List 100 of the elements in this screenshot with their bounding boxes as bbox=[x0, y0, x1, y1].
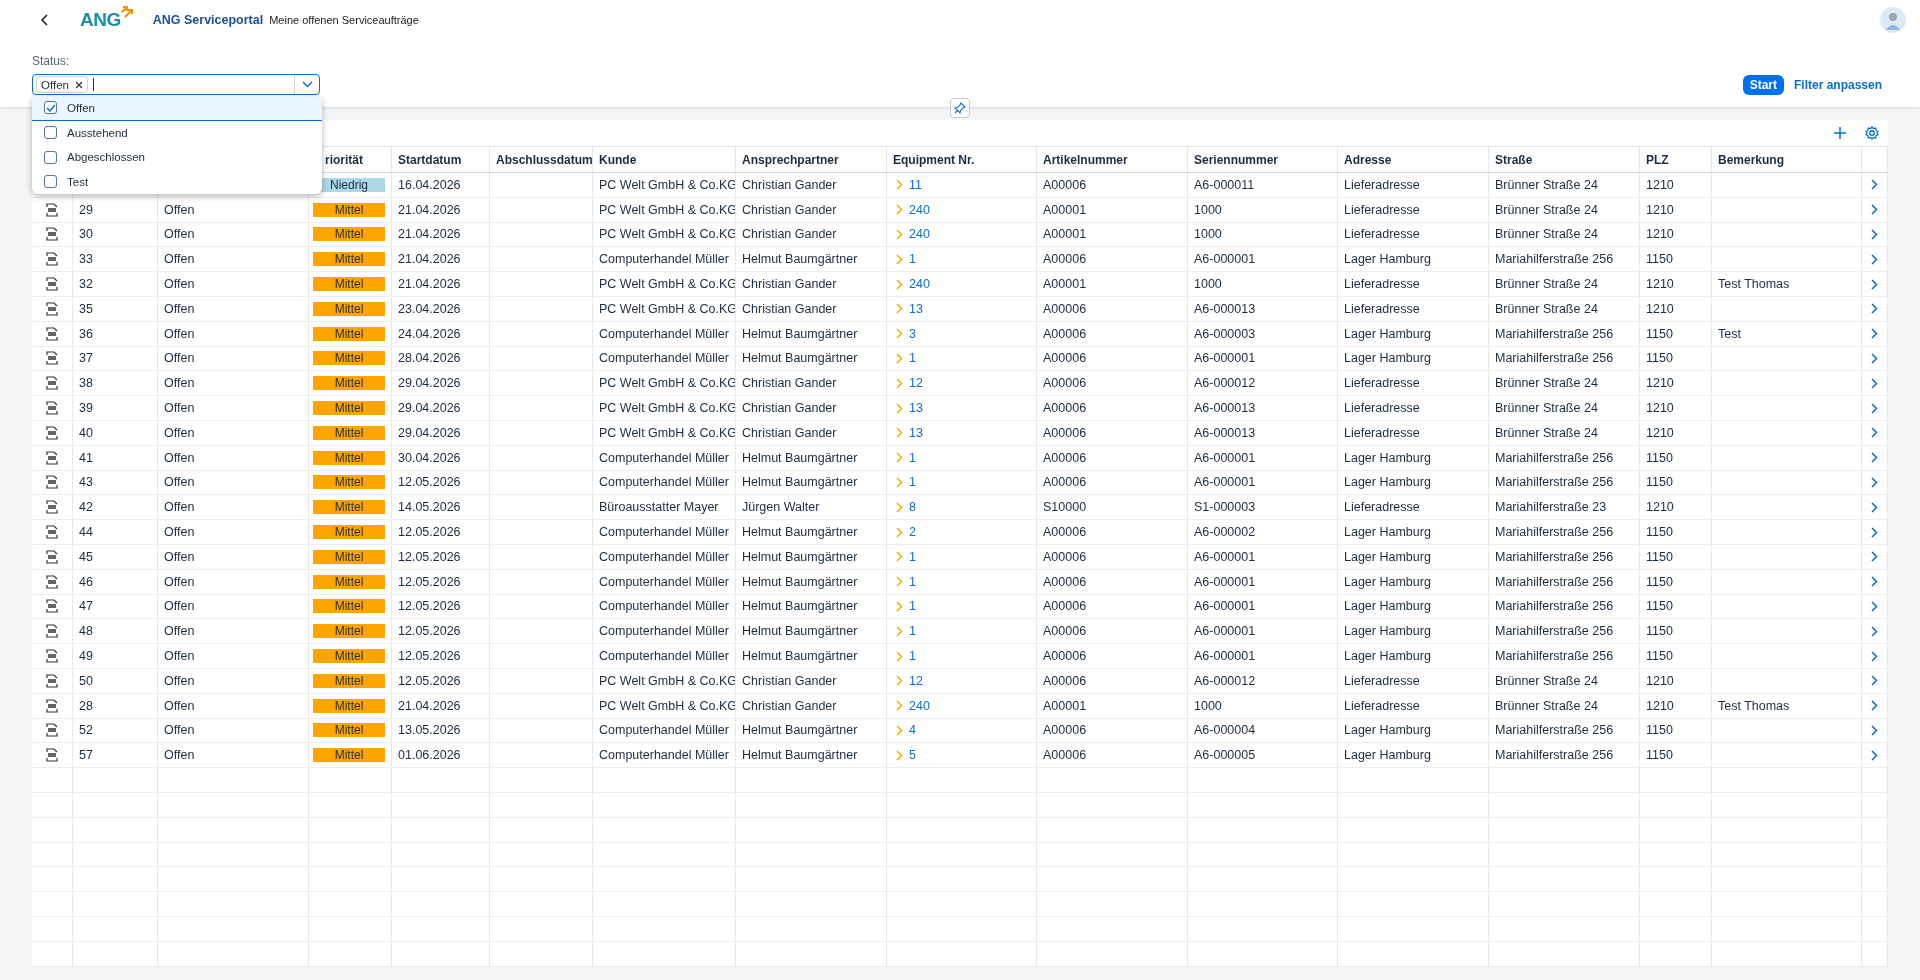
equipment-link[interactable]: 5 bbox=[909, 748, 916, 763]
status-token[interactable]: Offen bbox=[36, 76, 88, 93]
document-icon[interactable] bbox=[46, 401, 58, 416]
order-number: 45 bbox=[79, 549, 93, 564]
table-cell: Lager Hamburg bbox=[1344, 326, 1431, 341]
table-cell: 1150 bbox=[1646, 525, 1673, 540]
priority-tag: Mittel bbox=[313, 475, 385, 490]
document-icon[interactable] bbox=[46, 673, 58, 688]
equipment-link[interactable]: 240 bbox=[909, 698, 930, 713]
status-text: Offen bbox=[164, 549, 195, 564]
chevron-down-icon bbox=[301, 81, 313, 88]
priority-tag: Mittel bbox=[313, 301, 385, 316]
document-icon[interactable] bbox=[46, 202, 58, 217]
document-icon[interactable] bbox=[46, 351, 58, 366]
order-number: 37 bbox=[79, 351, 93, 366]
document-icon[interactable] bbox=[46, 599, 58, 614]
settings-icon[interactable] bbox=[1865, 126, 1879, 140]
add-icon[interactable] bbox=[1833, 126, 1847, 140]
document-icon[interactable] bbox=[46, 277, 58, 292]
table-cell: A00006 bbox=[1043, 376, 1087, 391]
document-icon[interactable] bbox=[46, 376, 58, 391]
document-icon[interactable] bbox=[46, 326, 58, 341]
document-icon[interactable] bbox=[46, 698, 58, 713]
document-icon[interactable] bbox=[46, 252, 58, 267]
equipment-link[interactable]: 11 bbox=[909, 177, 922, 192]
document-icon[interactable] bbox=[46, 748, 58, 763]
order-number: 47 bbox=[79, 599, 93, 614]
table-cell: Brünner Straße 24 bbox=[1495, 177, 1598, 192]
document-icon[interactable] bbox=[46, 723, 58, 738]
status-option[interactable]: Ausstehend bbox=[32, 120, 322, 145]
document-icon[interactable] bbox=[46, 475, 58, 490]
table-cell: A00006 bbox=[1043, 748, 1087, 763]
equipment-link[interactable]: 13 bbox=[909, 401, 923, 416]
document-icon[interactable] bbox=[46, 450, 58, 465]
document-icon[interactable] bbox=[46, 525, 58, 540]
adapt-filter-button[interactable]: Filter anpassen bbox=[1793, 75, 1882, 95]
column-header[interactable]: Kunde bbox=[593, 147, 736, 172]
status-text: Offen bbox=[164, 252, 195, 267]
column-header[interactable]: Ansprechpartner bbox=[736, 147, 887, 172]
table-cell: Mariahilferstraße 256 bbox=[1495, 723, 1614, 738]
table-cell: A6-000013 bbox=[1194, 301, 1256, 316]
equipment-link[interactable]: 8 bbox=[909, 500, 916, 515]
checkbox[interactable] bbox=[44, 101, 57, 115]
equipment-link[interactable]: 1 bbox=[909, 599, 916, 614]
document-icon[interactable] bbox=[46, 624, 58, 639]
start-date: 12.05.2026 bbox=[398, 574, 461, 589]
pin-button[interactable] bbox=[950, 98, 970, 118]
table-cell: A00001 bbox=[1043, 202, 1087, 217]
contact-name: Helmut Baumgärtner bbox=[742, 723, 858, 738]
order-number: 52 bbox=[79, 723, 93, 738]
checkbox[interactable] bbox=[44, 150, 57, 164]
document-icon[interactable] bbox=[46, 574, 58, 589]
document-icon[interactable] bbox=[46, 500, 58, 515]
equipment-link[interactable]: 12 bbox=[909, 673, 923, 688]
chevron-right-icon bbox=[896, 526, 903, 538]
column-header[interactable]: riorität bbox=[309, 147, 392, 172]
chevron-right-icon bbox=[896, 625, 903, 637]
column-header[interactable]: PLZ bbox=[1640, 147, 1712, 172]
equipment-link[interactable]: 1 bbox=[909, 574, 916, 589]
column-header[interactable]: Straße bbox=[1489, 147, 1640, 172]
table-cell: Mariahilferstraße 256 bbox=[1495, 450, 1614, 465]
equipment-link[interactable]: 12 bbox=[909, 376, 923, 391]
equipment-link[interactable]: 240 bbox=[909, 227, 930, 242]
table-cell: 1210 bbox=[1646, 301, 1674, 316]
equipment-link[interactable]: 240 bbox=[909, 277, 930, 292]
table-cell: 1210 bbox=[1646, 500, 1674, 515]
column-header[interactable]: Equipment Nr. bbox=[887, 147, 1037, 172]
document-icon[interactable] bbox=[46, 649, 58, 664]
equipment-link[interactable]: 2 bbox=[909, 525, 916, 540]
equipment-link[interactable]: 1 bbox=[909, 450, 916, 465]
start-button[interactable]: Start bbox=[1742, 75, 1784, 95]
document-icon[interactable] bbox=[46, 301, 58, 316]
close-icon[interactable] bbox=[74, 80, 83, 89]
status-option[interactable]: Offen bbox=[32, 96, 322, 121]
equipment-link[interactable]: 1 bbox=[909, 252, 916, 267]
checkbox[interactable] bbox=[44, 126, 57, 140]
equipment-link[interactable]: 240 bbox=[909, 202, 930, 217]
column-header[interactable]: Abschlussdatum bbox=[490, 147, 593, 172]
checkbox[interactable] bbox=[44, 175, 57, 189]
contact-name: Helmut Baumgärtner bbox=[742, 326, 858, 341]
document-icon[interactable] bbox=[46, 549, 58, 564]
equipment-link[interactable]: 13 bbox=[909, 425, 923, 440]
column-header[interactable]: Adresse bbox=[1338, 147, 1489, 172]
equipment-link[interactable]: 1 bbox=[909, 624, 916, 639]
equipment-link[interactable]: 1 bbox=[909, 649, 916, 664]
column-header[interactable]: Seriennummer bbox=[1188, 147, 1338, 172]
equipment-link[interactable]: 1 bbox=[909, 549, 916, 564]
document-icon[interactable] bbox=[46, 227, 58, 242]
table-cell: Lager Hamburg bbox=[1344, 549, 1431, 564]
column-header[interactable]: Bemerkung bbox=[1712, 147, 1862, 172]
equipment-link[interactable]: 1 bbox=[909, 475, 916, 490]
contact-name: Jürgen Walter bbox=[742, 500, 820, 515]
column-header[interactable]: Artikelnummer bbox=[1037, 147, 1188, 172]
equipment-link[interactable]: 3 bbox=[909, 326, 916, 341]
equipment-link[interactable]: 13 bbox=[909, 301, 923, 316]
status-multi-combobox[interactable]: Offen bbox=[32, 74, 320, 95]
equipment-link[interactable]: 4 bbox=[909, 723, 916, 738]
column-header[interactable]: Startdatum bbox=[392, 147, 490, 172]
equipment-link[interactable]: 1 bbox=[909, 351, 916, 366]
document-icon[interactable] bbox=[46, 425, 58, 440]
